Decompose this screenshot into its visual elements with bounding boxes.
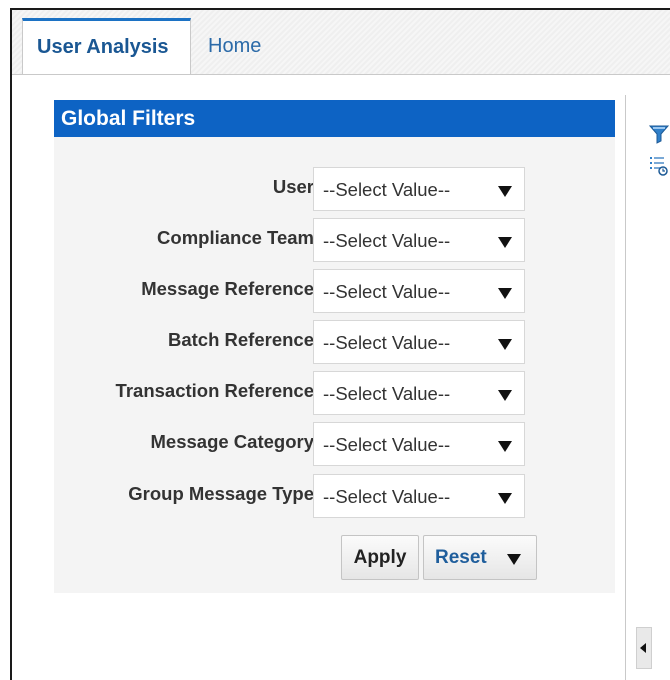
reset-button-label: Reset (435, 547, 487, 568)
tab-home[interactable]: Home (196, 18, 286, 75)
panel-title: Global Filters (54, 100, 615, 137)
apply-button[interactable]: Apply (341, 535, 419, 580)
filter-label: Message Reference (141, 278, 314, 299)
batch-reference-select[interactable]: --Select Value-- (313, 320, 525, 364)
dropdown-caret-icon (498, 441, 512, 452)
filter-label: Group Message Type (128, 483, 314, 504)
dropdown-caret-icon (498, 237, 512, 248)
user-select[interactable]: --Select Value-- (313, 167, 525, 211)
filter-row-batch-reference: Batch Reference --Select Value-- (54, 320, 615, 364)
dropdown-caret-icon (498, 288, 512, 299)
transaction-reference-select[interactable]: --Select Value-- (313, 371, 525, 415)
select-value: --Select Value-- (323, 230, 451, 251)
reset-button[interactable]: Reset (423, 535, 537, 580)
filter-label: User (272, 176, 314, 197)
select-value: --Select Value-- (323, 281, 451, 302)
prompt-list-icon[interactable] (649, 155, 669, 177)
select-value: --Select Value-- (323, 179, 451, 200)
select-value: --Select Value-- (323, 486, 451, 507)
select-value: --Select Value-- (323, 434, 451, 455)
global-filters-panel: Global Filters User --Select Value-- Com… (54, 100, 615, 593)
filter-label: Message Category (150, 431, 314, 452)
filter-row-message-category: Message Category --Select Value-- (54, 422, 615, 466)
chevron-down-icon (507, 554, 521, 565)
dropdown-caret-icon (498, 339, 512, 350)
group-message-type-select[interactable]: --Select Value-- (313, 474, 525, 518)
compliance-team-select[interactable]: --Select Value-- (313, 218, 525, 262)
app-frame: User Analysis Home Global Filters User -… (10, 8, 670, 680)
filter-row-transaction-reference: Transaction Reference --Select Value-- (54, 371, 615, 415)
filter-label: Transaction Reference (115, 380, 314, 401)
select-value: --Select Value-- (323, 383, 451, 404)
tab-user-analysis[interactable]: User Analysis (22, 18, 191, 75)
dashboard-content: Global Filters User --Select Value-- Com… (12, 75, 670, 680)
tab-bar: User Analysis Home (12, 10, 670, 75)
dropdown-caret-icon (498, 493, 512, 504)
select-value: --Select Value-- (323, 332, 451, 353)
filter-row-compliance-team: Compliance Team --Select Value-- (54, 218, 615, 262)
filter-row-group-message-type: Group Message Type --Select Value-- (54, 474, 615, 518)
dropdown-caret-icon (498, 390, 512, 401)
collapse-pane-button[interactable] (636, 627, 652, 669)
panel-divider (625, 95, 626, 680)
dropdown-caret-icon (498, 186, 512, 197)
message-category-select[interactable]: --Select Value-- (313, 422, 525, 466)
filter-icon[interactable] (649, 124, 669, 144)
filter-row-user: User --Select Value-- (54, 167, 615, 211)
filter-row-message-reference: Message Reference --Select Value-- (54, 269, 615, 313)
filter-label: Compliance Team (157, 227, 314, 248)
message-reference-select[interactable]: --Select Value-- (313, 269, 525, 313)
chevron-left-icon (640, 643, 646, 653)
filter-label: Batch Reference (167, 329, 314, 350)
